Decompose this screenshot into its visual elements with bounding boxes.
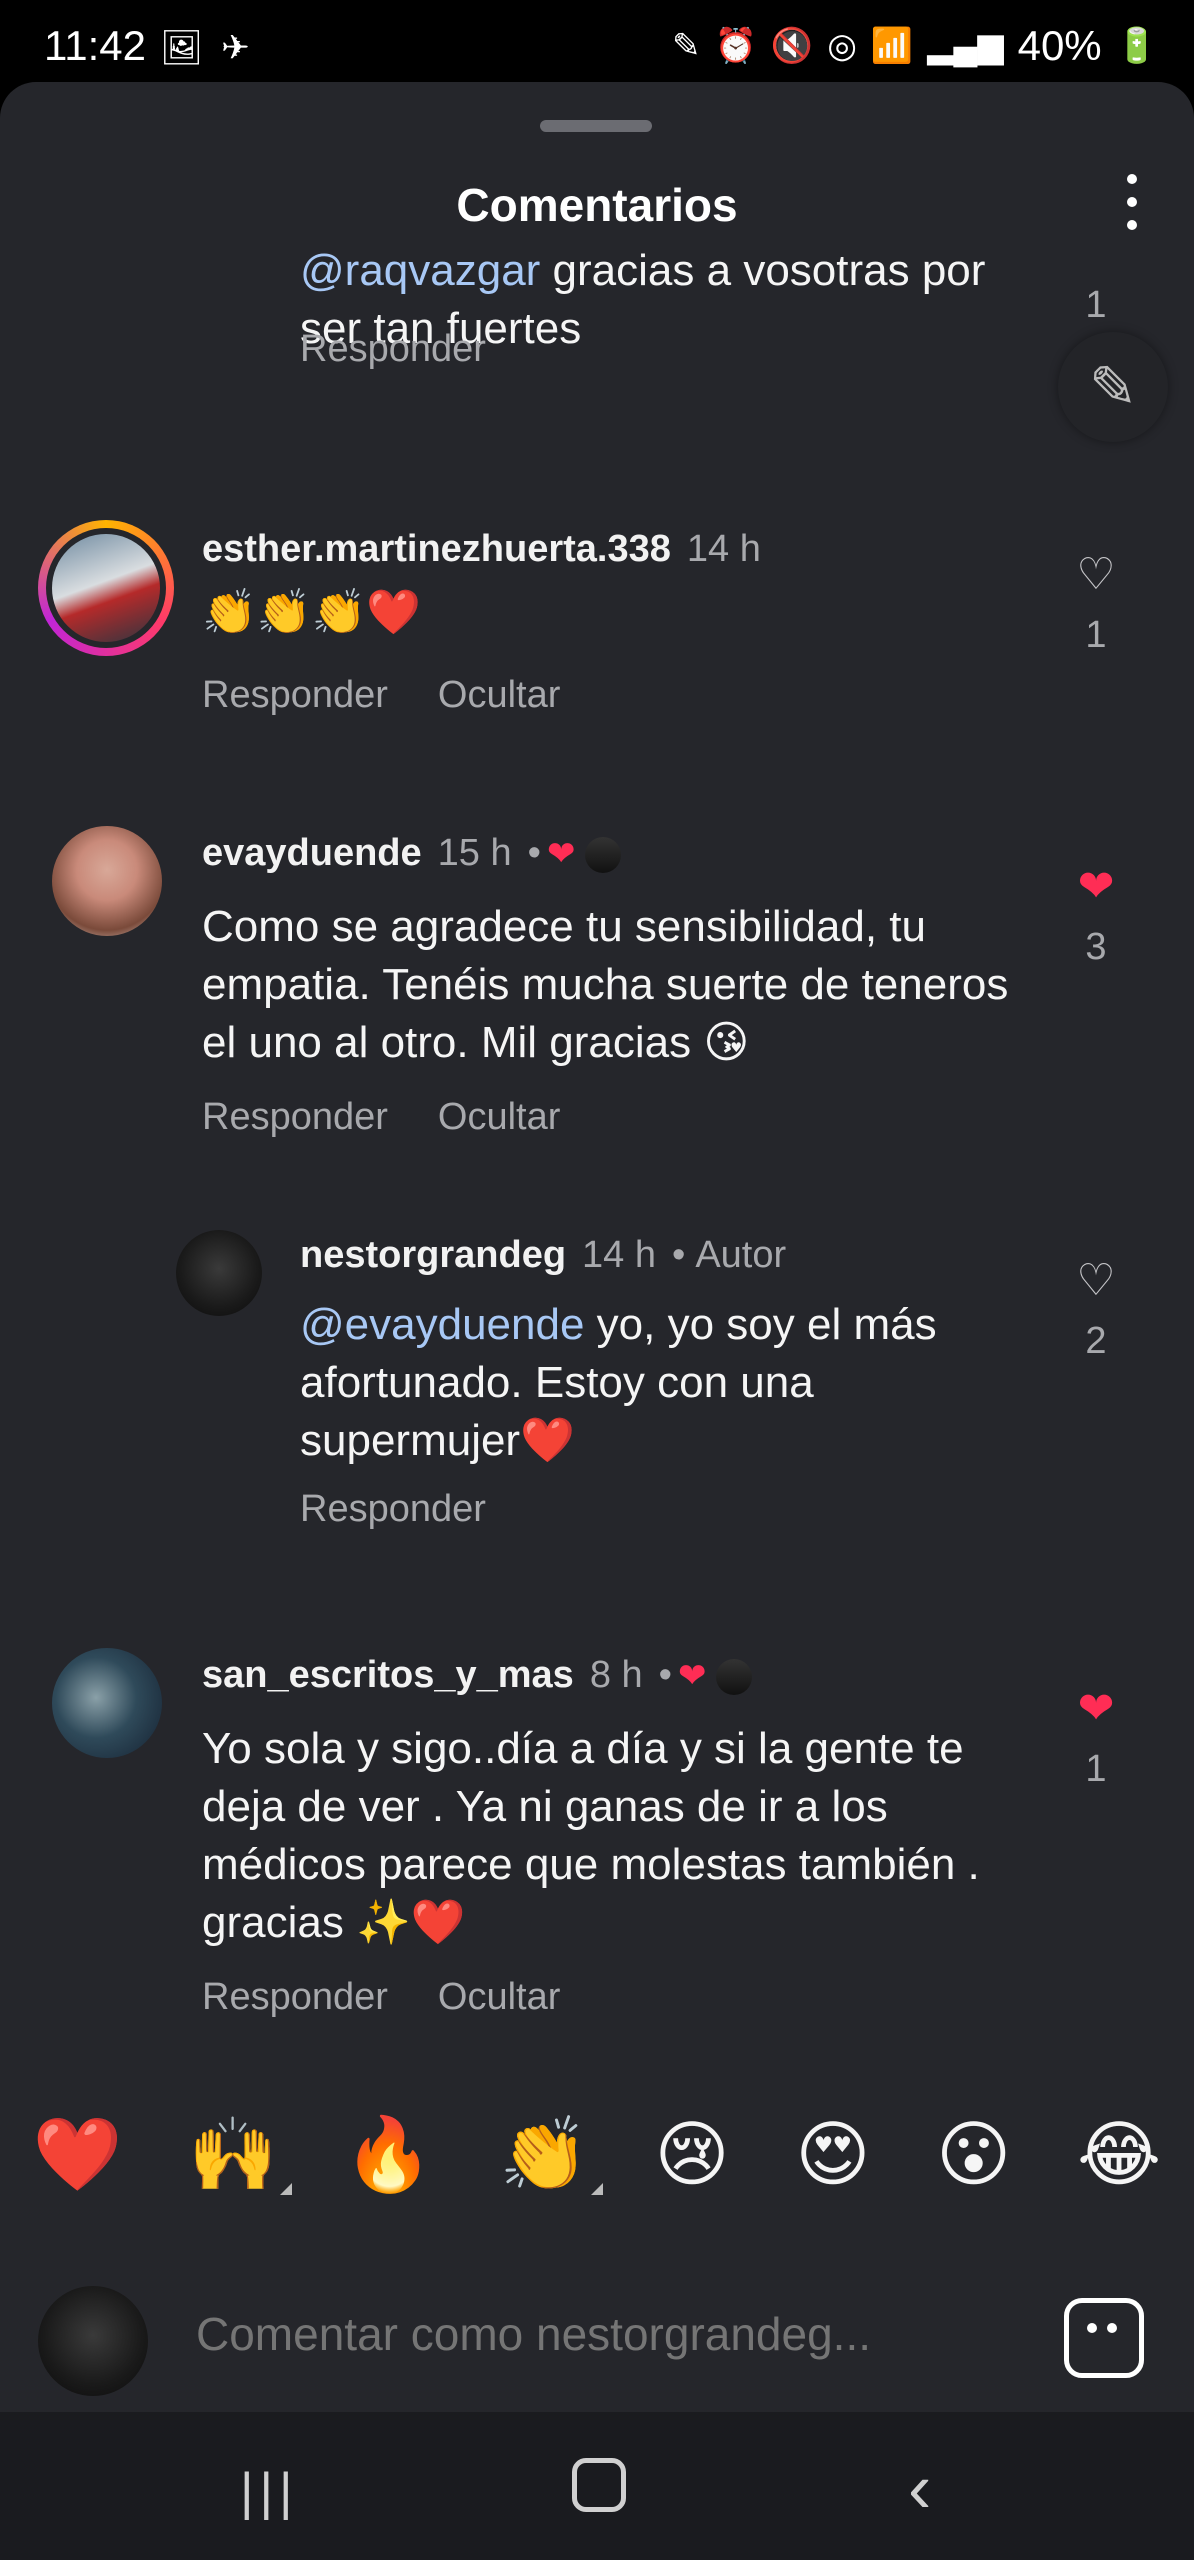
heart-outline-icon: ♡ [1076,1256,1116,1305]
comment-time: 8 h [589,1654,643,1696]
comment-username[interactable]: san_escritos_y_mas 8 h • ❤ [202,1654,753,1697]
comment-text: Como se agradece tu sensibilidad, tu emp… [202,902,1009,1067]
mention-link[interactable]: @evayduende [300,1300,584,1349]
battery-icon: 🔋 [1115,27,1158,65]
reaction-clap[interactable]: 👏 [499,2112,603,2197]
like-count: 1 [1085,614,1107,656]
image-icon: 🖼 [160,29,204,67]
mention-link[interactable]: @raqvazgar [300,250,540,295]
reaction-heart-eyes[interactable]: 😍 [795,2112,870,2196]
system-nav-bar: ||| ‹ [0,2412,1194,2560]
avatar[interactable] [176,1230,262,1316]
reaction-fire[interactable]: 🔥 [344,2112,434,2197]
avatar[interactable] [38,520,174,656]
pen-icon: ✎ [672,27,701,65]
like-count: 3 [1085,926,1107,968]
reply-button[interactable]: Responder [300,328,486,371]
like-count: 1 [1085,284,1107,326]
edit-pencil-icon[interactable]: ✎ [1058,332,1168,442]
composer-avatar [38,2286,148,2396]
sheet-drag-handle[interactable] [540,120,652,132]
reply-button[interactable]: Responder [202,1976,388,2019]
reply-button[interactable]: Responder [300,1488,486,1531]
author-liked-heart-icon: ❤ [677,1657,707,1695]
hide-button[interactable]: Ocultar [438,1976,560,2019]
comment-time: 15 h [437,832,512,874]
avatar[interactable] [52,1648,162,1758]
like-button[interactable]: ♡ 2 [1056,1256,1136,1363]
airplane-stripes-icon: ✈ [221,29,250,67]
battery-percent: 40% [1017,22,1102,69]
reply-button[interactable]: Responder [202,1096,388,1139]
signal-icon: ▂▄▆ [927,27,1004,65]
reaction-laughing[interactable]: 😂 [1077,2112,1161,2196]
comment-username[interactable]: esther.martinezhuerta.338 14 h [202,528,761,571]
status-bar: 11:42 🖼 ✈ ✎ ⏰ 🔇 ◎ 📶 ▂▄▆ 40% 🔋 [0,0,1194,82]
reaction-crying[interactable]: 😢 [655,2112,730,2196]
like-count: 2 [1085,1320,1107,1362]
reaction-raised-hands[interactable]: 🙌 [188,2112,292,2197]
reaction-surprised[interactable]: 😮 [936,2112,1011,2196]
reaction-heart[interactable]: ❤️ [33,2112,123,2197]
hotspot-icon: ◎ [827,27,857,65]
author-mini-avatar [585,836,622,873]
like-button[interactable]: ❤ 3 [1056,862,1136,969]
comments-sheet: Comentarios @raqvazgar gracias a vosotra… [0,82,1194,2412]
hide-button[interactable]: Ocultar [438,674,560,717]
wifi-icon: 📶 [870,27,914,65]
mute-icon: 🔇 [770,27,814,65]
heart-filled-icon: ❤ [1077,1684,1115,1733]
comment-input[interactable] [194,2306,1018,2362]
author-badge: Autor [695,1234,787,1276]
comment-time: 14 h [686,528,761,570]
status-time: 11:42 [44,22,146,69]
comment-text: 👏👏👏❤️ [202,588,422,637]
more-options-icon[interactable] [1120,174,1144,230]
sticker-icon[interactable] [1064,2298,1144,2378]
back-icon[interactable]: ‹ [908,2448,931,2528]
alarm-icon: ⏰ [714,27,757,65]
like-button[interactable]: ❤ 1 [1056,1684,1136,1791]
like-button[interactable]: ♡ 1 [1056,550,1136,657]
quick-reactions-bar: ❤️ 🙌 🔥 👏 😢 😍 😮 😂 [0,2094,1194,2214]
comment-username[interactable]: evayduende 15 h • ❤ [202,832,622,875]
hide-button[interactable]: Ocultar [438,1096,560,1139]
author-liked-heart-icon: ❤ [546,835,576,873]
heart-filled-icon: ❤ [1077,862,1115,911]
comment-username[interactable]: nestorgrandeg 14 h • Autor [300,1234,786,1277]
comments-list[interactable]: @raqvazgar gracias a vosotras por ser ta… [0,250,1194,2070]
heart-outline-icon: ♡ [1076,550,1116,599]
like-count: 1 [1085,1748,1107,1790]
reply-button[interactable]: Responder [202,674,388,717]
avatar[interactable] [52,826,162,936]
comment-text: @evayduende yo, yo soy el más afortunado… [300,1300,937,1465]
sheet-title: Comentarios [456,179,738,231]
recents-icon[interactable]: ||| [240,2462,299,2522]
comment-composer [0,2262,1194,2412]
comment-text: Yo sola y sigo..día a día y si la gente … [202,1724,980,1947]
author-mini-avatar [716,1658,753,1695]
home-icon[interactable] [572,2458,626,2512]
comment-time: 14 h [582,1234,657,1276]
